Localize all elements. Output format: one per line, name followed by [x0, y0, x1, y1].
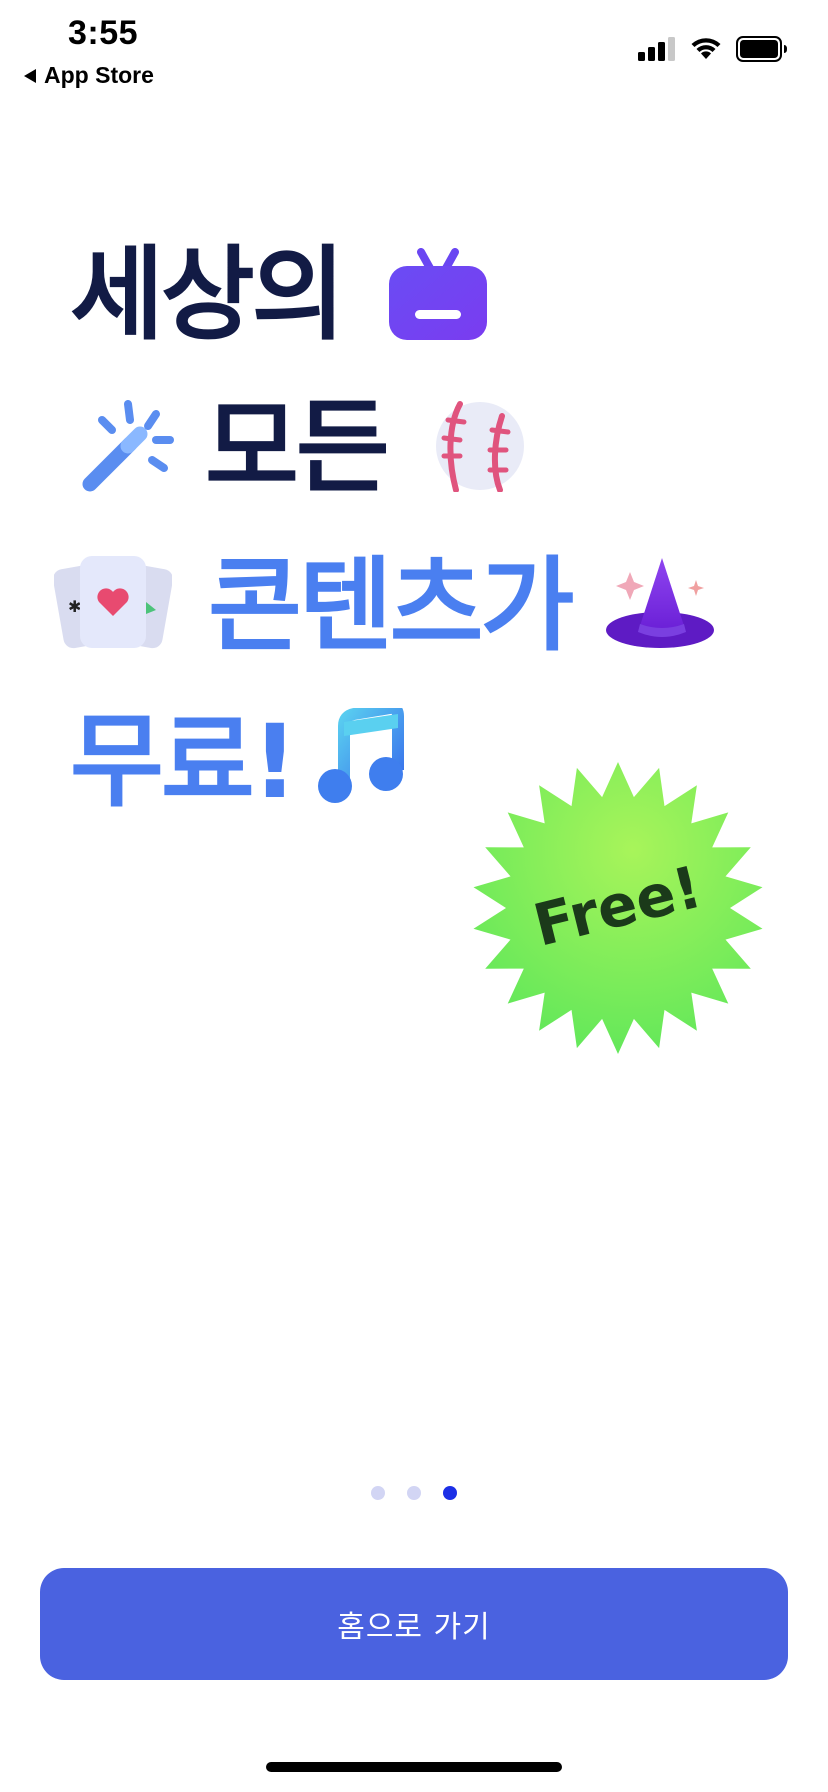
- onboarding-screen: 3:55 App Store 세상의 모든 ✱ 콘텐츠가 무료! Free! 홈…: [0, 0, 828, 1792]
- go-home-button[interactable]: 홈으로 가기: [40, 1568, 788, 1680]
- wizard-hat-icon: [606, 558, 714, 648]
- back-link-label: App Store: [44, 62, 154, 88]
- baseball-icon: [436, 401, 524, 492]
- home-indicator: [266, 1762, 562, 1772]
- headline-line-1: 세상의: [70, 236, 346, 355]
- headline-line-2: 모든: [205, 389, 390, 508]
- page-dot[interactable]: [371, 1486, 385, 1500]
- cellular-signal-icon: [638, 37, 675, 61]
- status-time: 3:55: [68, 14, 139, 52]
- music-note-icon: [318, 708, 404, 803]
- headline-line-3: 콘텐츠가: [208, 547, 574, 666]
- page-dot[interactable]: [407, 1486, 421, 1500]
- back-arrow-icon: [24, 68, 36, 83]
- free-badge: Free!: [473, 762, 763, 1054]
- svg-text:✱: ✱: [68, 597, 81, 616]
- battery-icon: [736, 36, 787, 62]
- back-to-app-store-link[interactable]: App Store: [24, 62, 154, 89]
- tv-icon: [389, 248, 487, 340]
- wifi-icon: [691, 38, 721, 59]
- playing-cards-icon: ✱: [54, 556, 172, 649]
- page-dot-active[interactable]: [443, 1486, 457, 1500]
- status-icons: [638, 36, 788, 62]
- magic-wand-icon: [82, 400, 174, 492]
- headline-line-4: 무료!: [70, 703, 298, 822]
- page-indicator: [0, 1486, 828, 1500]
